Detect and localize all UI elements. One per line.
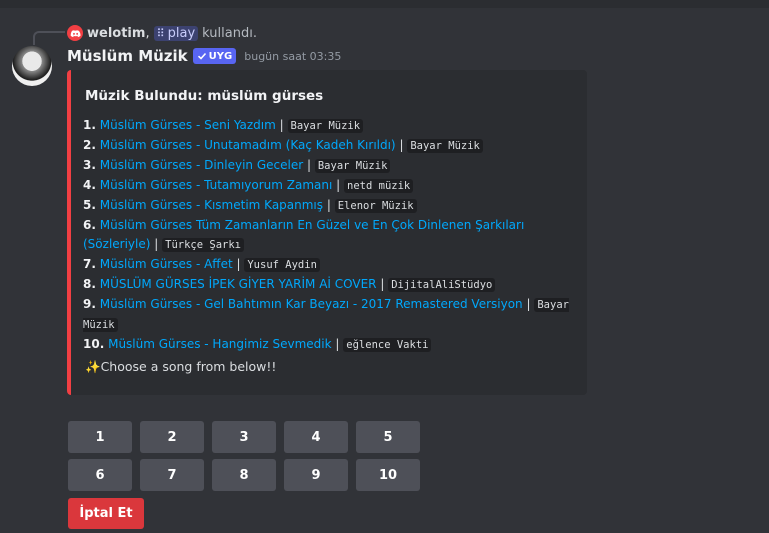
item-number: 2.: [83, 138, 96, 152]
song-list: 1. Müslüm Gürses - Seni Yazdım | Bayar M…: [83, 116, 575, 355]
item-number: 9.: [83, 297, 96, 311]
list-item: 2. Müslüm Gürses - Unutamadım (Kaç Kadeh…: [83, 136, 575, 156]
command-mention[interactable]: ⠿ play: [153, 25, 199, 41]
item-number: 1.: [83, 118, 96, 132]
reply-comma: ,: [145, 25, 150, 41]
item-number: 6.: [83, 218, 96, 232]
embed-footer: ✨Choose a song from below!!: [85, 359, 276, 375]
item-number: 3.: [83, 158, 96, 172]
song-button-2[interactable]: 2: [140, 421, 204, 453]
avatar[interactable]: [12, 46, 52, 86]
channel-name: Bayar Müzik: [407, 139, 483, 153]
channel-name: DijitalAliStüdyo: [388, 278, 496, 292]
cancel-button[interactable]: İptal Et: [68, 498, 144, 529]
list-item: 4. Müslüm Gürses - Tutamıyorum Zamanı | …: [83, 176, 575, 196]
song-link[interactable]: Müslüm Gürses - Affet: [100, 257, 233, 271]
message-header: Müslüm Müzik UYG bugün saat 03:35: [67, 46, 341, 66]
song-link[interactable]: Müslüm Gürses - Gel Bahtımın Kar Beyazı …: [100, 297, 523, 311]
command-reply: welotim , ⠿ play kullandı.: [67, 24, 257, 42]
song-button-10[interactable]: 10: [356, 459, 420, 491]
list-item: 8. MÜSLÜM GÜRSES İPEK GİYER YARİM Aİ COV…: [83, 275, 575, 295]
list-item: 10. Müslüm Gürses - Hangimiz Sevmedik | …: [83, 335, 575, 355]
channel-name: Elenor Müzik: [334, 199, 417, 213]
item-number: 8.: [83, 277, 96, 291]
channel-name: netd müzik: [344, 179, 414, 193]
song-link[interactable]: Müslüm Gürses Tüm Zamanların En Güzel ve…: [83, 218, 524, 251]
song-button-4[interactable]: 4: [284, 421, 348, 453]
song-link[interactable]: Müslüm Gürses - Tutamıyorum Zamanı: [100, 178, 333, 192]
check-icon: [197, 52, 206, 60]
item-number: 4.: [83, 178, 96, 192]
button-row-2: 6 7 8 9 10: [68, 459, 420, 491]
song-button-9[interactable]: 9: [284, 459, 348, 491]
command-name: play: [167, 25, 196, 41]
song-link[interactable]: Müslüm Gürses - Seni Yazdım: [100, 118, 276, 132]
song-link[interactable]: Müslüm Gürses - Kısmetim Kapanmış: [100, 198, 323, 212]
sparkles-icon: ✨: [85, 359, 101, 374]
channel-name: Türkçe Şarkı: [162, 238, 244, 252]
reply-connector: [33, 31, 65, 45]
song-button-6[interactable]: 6: [68, 459, 132, 491]
top-strip: [0, 0, 769, 8]
item-number: 5.: [83, 198, 96, 212]
song-link[interactable]: Müslüm Gürses - Hangimiz Sevmedik: [108, 337, 331, 351]
slash-command-icon: ⠿: [156, 26, 165, 40]
embed-title: Müzik Bulundu: müslüm gürses: [85, 88, 324, 104]
list-item: 7. Müslüm Gürses - Affet | Yusuf Aydin: [83, 255, 575, 275]
author-name[interactable]: Müslüm Müzik: [67, 47, 188, 65]
channel-name: Bayar Müzik: [287, 119, 364, 133]
song-button-1[interactable]: 1: [68, 421, 132, 453]
footer-text: Choose a song from below!!: [100, 359, 277, 374]
embed: Müzik Bulundu: müslüm gürses 1. Müslüm G…: [67, 70, 587, 395]
list-item: 1. Müslüm Gürses - Seni Yazdım | Bayar M…: [83, 116, 575, 136]
song-link[interactable]: Müslüm Gürses - Dinleyin Geceler: [100, 158, 303, 172]
channel-name: eğlence Vakti: [343, 338, 432, 352]
song-button-7[interactable]: 7: [140, 459, 204, 491]
app-tag-label: UYG: [208, 50, 233, 62]
button-row-1: 1 2 3 4 5: [68, 421, 420, 453]
song-button-8[interactable]: 8: [212, 459, 276, 491]
song-buttons: 1 2 3 4 5 6 7 8 9 10: [68, 421, 420, 497]
song-link[interactable]: MÜSLÜM GÜRSES İPEK GİYER YARİM Aİ COVER: [100, 277, 377, 291]
reply-user[interactable]: welotim: [87, 26, 145, 41]
song-link[interactable]: Müslüm Gürses - Unutamadım (Kaç Kadeh Kı…: [100, 138, 396, 152]
song-button-3[interactable]: 3: [212, 421, 276, 453]
list-item: 6. Müslüm Gürses Tüm Zamanların En Güzel…: [83, 218, 525, 252]
discord-icon: [67, 25, 83, 41]
list-item: 9. Müslüm Gürses - Gel Bahtımın Kar Beya…: [83, 297, 569, 332]
list-item: 5. Müslüm Gürses - Kısmetim Kapanmış | E…: [83, 196, 575, 216]
channel-name: Yusuf Aydin: [244, 258, 320, 272]
song-button-5[interactable]: 5: [356, 421, 420, 453]
reply-used-text: kullandı.: [202, 25, 257, 41]
item-number: 7.: [83, 257, 96, 271]
channel-name: Bayar Müzik: [314, 159, 391, 173]
list-item: 3. Müslüm Gürses - Dinleyin Geceler | Ba…: [83, 156, 575, 176]
app-tag: UYG: [192, 48, 237, 64]
item-number: 10.: [83, 337, 105, 351]
timestamp: bugün saat 03:35: [244, 49, 342, 63]
